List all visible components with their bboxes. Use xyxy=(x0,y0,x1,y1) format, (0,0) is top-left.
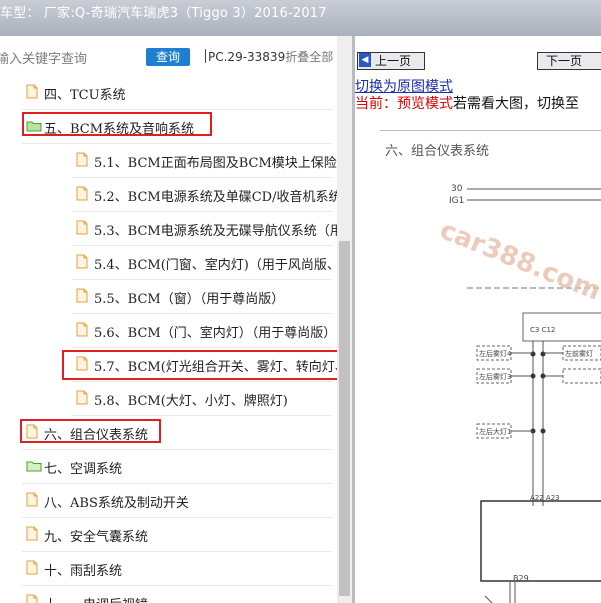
tree-item-label: 5.6、BCM（门、室内灯）（用于尊尚版） xyxy=(94,326,337,341)
tree-item-label: 5.1、BCM正面布局图及BCM模块上保险丝 xyxy=(94,156,350,171)
highlight-box-bcm xyxy=(22,112,212,136)
row-separator xyxy=(72,245,332,246)
wire-label-rear-fog-3: 左后雾灯3 xyxy=(479,373,512,381)
highlight-box-cluster xyxy=(20,419,161,443)
row-separator xyxy=(72,279,332,280)
doc-icon xyxy=(26,594,38,603)
notice-current: 当前：预览模式 xyxy=(355,96,453,112)
row-separator xyxy=(22,109,332,110)
wire-label-rear-fog-4: 左后雾灯4 xyxy=(479,350,512,358)
doc-icon xyxy=(76,254,88,269)
viewer-panel: ◀ 上一页 下一页 切换为原图模式 当前：预览模式若需看大图，切换至 六、组合仪表… xyxy=(355,36,601,603)
wire-label-ig1: IG1 xyxy=(449,196,465,206)
doc-icon xyxy=(76,390,88,405)
wire-label-a22: A22 A23 xyxy=(530,494,560,502)
tree-item-label: 十一、电调后视镜 xyxy=(44,594,148,603)
tree-item-label: 九、安全气囊系统 xyxy=(44,530,149,545)
doc-icon xyxy=(26,492,38,507)
tree-panel: 查询 PC.29-33839折叠全部 四、TCU系统五、BCM系统及音响系统5.… xyxy=(0,36,352,603)
doc-icon xyxy=(76,186,88,201)
row-separator xyxy=(72,177,332,178)
doc-icon xyxy=(76,220,88,235)
pc-code: PC.29-33839 xyxy=(208,50,286,64)
pc-code-label: PC.29-33839折叠全部 xyxy=(205,48,333,65)
row-separator xyxy=(72,415,332,416)
tree-item-label: 5.5、BCM（窗）（用于尊尚版） xyxy=(94,292,285,307)
prev-page-button[interactable]: ◀ 上一页 xyxy=(357,52,425,70)
window-title: 车型： 厂家:Q-奇瑞汽车瑞虎3（Tiggo 3）2016-2017 xyxy=(0,6,327,21)
notice-hint: 若需看大图，切换至 xyxy=(453,96,579,112)
folder-icon xyxy=(26,461,42,472)
row-separator xyxy=(22,551,332,552)
row-separator xyxy=(22,483,332,484)
doc-icon xyxy=(76,152,88,167)
row-separator xyxy=(72,381,332,382)
wire-label-30: 30 xyxy=(451,184,463,194)
row-separator xyxy=(72,211,332,212)
mode-notice: 当前：预览模式若需看大图，切换至 xyxy=(355,93,579,113)
highlight-box-5-7 xyxy=(62,350,340,380)
tree-item-label: 七、空调系统 xyxy=(44,462,123,477)
diagram-section-title: 六、组合仪表系统 xyxy=(385,144,490,159)
row-separator xyxy=(22,449,332,450)
search-input[interactable] xyxy=(0,50,136,68)
tree-item-label: 5.2、BCM电源系统及单碟CD/收音机系统 xyxy=(94,190,342,205)
search-row: 查询 PC.29-33839折叠全部 xyxy=(0,46,340,70)
row-separator xyxy=(22,143,332,144)
wire-label-front-fog: 左前雾灯 xyxy=(565,350,593,358)
row-separator xyxy=(72,347,332,348)
tree-item-label: 八、ABS系统及制动开关 xyxy=(44,496,189,511)
tree-item-label: 5.8、BCM(大灯、小灯、牌照灯) xyxy=(94,394,288,409)
tree-item-label: 5.3、BCM电源系统及无碟导航仪系统（用 xyxy=(94,224,343,239)
arrow-left-icon: ◀ xyxy=(359,53,371,67)
wire-label-c3: C3 C12 xyxy=(530,326,556,334)
search-button[interactable]: 查询 xyxy=(146,48,190,66)
doc-icon xyxy=(26,560,38,575)
fold-all-link[interactable]: 折叠全部 xyxy=(285,50,333,64)
doc-icon xyxy=(76,322,88,337)
title-bar: 车型： 厂家:Q-奇瑞汽车瑞虎3（Tiggo 3）2016-2017 xyxy=(0,0,601,36)
next-page-button[interactable]: 下一页 xyxy=(537,52,601,70)
wire-label-b29: B29 xyxy=(513,574,529,583)
wire-label-rear-lamp: 左后大灯1 xyxy=(479,428,512,436)
row-separator xyxy=(22,585,332,586)
doc-icon xyxy=(26,526,38,541)
tree-item-label: 四、TCU系统 xyxy=(44,88,126,103)
doc-icon xyxy=(76,288,88,303)
tree-scrollbar[interactable] xyxy=(337,36,352,603)
viewer-nav: ◀ 上一页 下一页 xyxy=(355,50,601,70)
tree-item-label: 5.4、BCM(门窗、室内灯)（用于风尚版、锋 xyxy=(94,258,352,273)
row-separator xyxy=(22,517,332,518)
doc-icon xyxy=(26,84,38,99)
row-separator xyxy=(72,313,332,314)
scrollbar-thumb[interactable] xyxy=(339,241,350,596)
tree-item-label: 十、雨刮系统 xyxy=(44,564,123,579)
